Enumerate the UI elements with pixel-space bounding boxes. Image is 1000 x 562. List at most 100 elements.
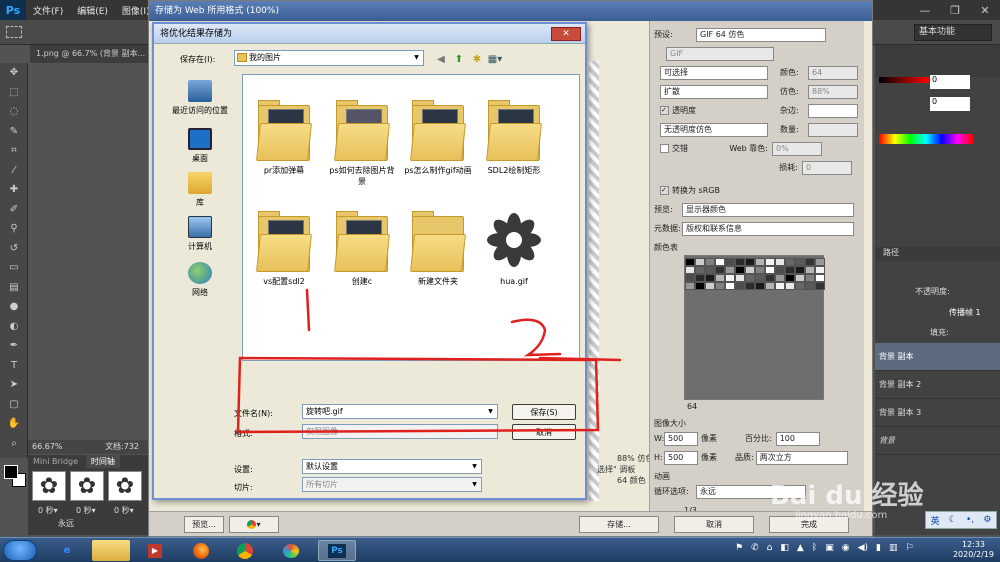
lossy-input[interactable]: 0 [802, 160, 852, 175]
dither-select[interactable]: 扩散 [660, 84, 768, 99]
color-swatches[interactable] [4, 465, 26, 487]
path-select-icon[interactable]: ➤ [0, 375, 28, 395]
preview-select[interactable]: 显示器颜色 [682, 202, 854, 217]
metadata-select[interactable]: 版权和联系信息 [682, 221, 854, 236]
dialog-cancel-button[interactable]: 取消 [512, 424, 576, 440]
bluetooth-icon[interactable]: ᛒ [812, 543, 817, 553]
file-item[interactable]: ps怎么制作gif动画 [403, 97, 473, 176]
color-swatch[interactable] [695, 274, 705, 282]
pen-tool-icon[interactable]: ✒ [0, 336, 28, 356]
tab-timeline[interactable]: 时间轴 [85, 455, 120, 468]
color-swatch[interactable] [735, 258, 745, 266]
color-swatch[interactable] [785, 258, 795, 266]
color-swatch[interactable] [755, 274, 765, 282]
color-table[interactable]: 64 [684, 255, 825, 411]
transparency-checkbox[interactable]: ✓ [660, 106, 669, 115]
explorer-icon[interactable] [92, 540, 130, 561]
preset-select[interactable]: GIF 64 仿色 [696, 27, 826, 42]
slices-select[interactable]: 所有切片 ▼ [302, 477, 482, 492]
crop-tool-icon[interactable]: ⌗ [0, 141, 28, 161]
firefox-icon[interactable] [182, 540, 220, 561]
sfw-cancel-button[interactable]: 取消 [674, 516, 754, 533]
color-swatch[interactable] [745, 266, 755, 274]
tray-icon[interactable]: ✆ [751, 543, 759, 553]
color-swatch[interactable] [775, 282, 785, 290]
history-brush-icon[interactable]: ↺ [0, 239, 28, 259]
color-swatch[interactable] [735, 274, 745, 282]
color-swatch[interactable] [745, 258, 755, 266]
type-tool-icon[interactable]: T [0, 356, 28, 376]
color-swatch[interactable] [805, 258, 815, 266]
filename-input[interactable]: 旋转吧.gif ▼ [302, 404, 498, 419]
color-swatch[interactable] [715, 274, 725, 282]
tray-icon[interactable]: ◧ [780, 543, 789, 553]
battery-icon[interactable]: ▮ [876, 543, 881, 553]
view-menu-icon[interactable]: ▦▾ [488, 52, 502, 66]
eraser-tool-icon[interactable]: ▭ [0, 258, 28, 278]
file-item[interactable]: vs配置sdl2 [249, 208, 319, 287]
frame-delay[interactable]: 0 秒▾ [38, 505, 58, 516]
color-swatch[interactable] [815, 258, 825, 266]
color-swatch[interactable] [815, 266, 825, 274]
clock[interactable]: 12:33 2020/2/19 [953, 540, 994, 560]
tray-icon[interactable]: ⌂ [767, 543, 773, 553]
file-item[interactable]: SDL2绘制矩形 [479, 97, 549, 176]
marquee-tool-icon[interactable]: ⬚ [0, 83, 28, 103]
color-swatch[interactable] [685, 282, 695, 290]
quality-select[interactable]: 两次立方 [755, 450, 848, 465]
dialog-save-button[interactable]: 保存(S) [512, 404, 576, 420]
file-item[interactable]: ps如何去除图片背景 [327, 97, 397, 187]
frame-delay[interactable]: 0 秒▾ [76, 505, 96, 516]
frame-1[interactable]: ✿ [32, 471, 66, 501]
place-library[interactable]: 库 [160, 166, 240, 216]
layer-row[interactable]: 背景 副本 2 [875, 371, 1000, 399]
color-swatch[interactable] [695, 266, 705, 274]
brush-tool-icon[interactable]: ✐ [0, 200, 28, 220]
browser-select[interactable]: ▾ [229, 516, 279, 533]
trans-dither-select[interactable]: 无透明度仿色 [660, 122, 768, 137]
network-icon[interactable]: ▥ [889, 543, 898, 553]
color-swatch[interactable] [745, 282, 755, 290]
color-swatch[interactable] [795, 258, 805, 266]
color-ramp[interactable] [879, 134, 973, 144]
file-item[interactable]: hua.gif [479, 208, 549, 287]
color-swatch[interactable] [805, 266, 815, 274]
menu-file[interactable]: 文件(F) [26, 4, 70, 17]
color-swatch[interactable] [795, 282, 805, 290]
color-swatch[interactable] [815, 282, 825, 290]
color-swatch[interactable] [785, 266, 795, 274]
width-input[interactable]: 500 [664, 431, 698, 446]
color-swatch[interactable] [705, 282, 715, 290]
paint-icon[interactable] [272, 540, 310, 561]
stamp-tool-icon[interactable]: ⚲ [0, 219, 28, 239]
color-swatch[interactable] [725, 258, 735, 266]
color-swatch[interactable] [805, 282, 815, 290]
frame-delay[interactable]: 0 秒▾ [114, 505, 134, 516]
tray-icon[interactable]: ▣ [825, 543, 834, 553]
healing-brush-icon[interactable]: ✚ [0, 180, 28, 200]
reduction-select[interactable]: 可选择 [660, 65, 768, 80]
color-swatch[interactable] [685, 266, 695, 274]
flag-icon[interactable]: ⚐ [905, 543, 913, 553]
color-swatch[interactable] [715, 282, 725, 290]
color-swatch[interactable] [755, 282, 765, 290]
amount-input[interactable] [808, 122, 858, 137]
color-swatch[interactable] [725, 274, 735, 282]
close-icon[interactable]: ✕ [551, 27, 581, 41]
matte-select[interactable] [808, 103, 858, 118]
color-swatch[interactable] [775, 266, 785, 274]
start-button[interactable] [3, 540, 37, 561]
file-item[interactable]: 创建c [327, 208, 397, 287]
ie-icon[interactable]: e [48, 540, 86, 561]
color-swatch[interactable] [715, 266, 725, 274]
format-select[interactable]: 仅限图像 [302, 424, 498, 439]
volume-icon[interactable]: ◀) [858, 543, 868, 553]
place-desktop[interactable]: 桌面 [160, 122, 240, 172]
interlaced-checkbox[interactable] [660, 144, 669, 153]
color-swatch[interactable] [715, 258, 725, 266]
color-swatch[interactable] [685, 274, 695, 282]
ime-bar[interactable]: 英 ☾ •, ⚙ [925, 511, 997, 529]
color-swatch[interactable] [795, 274, 805, 282]
frame-3[interactable]: ✿ [108, 471, 142, 501]
blur-tool-icon[interactable]: ● [0, 297, 28, 317]
